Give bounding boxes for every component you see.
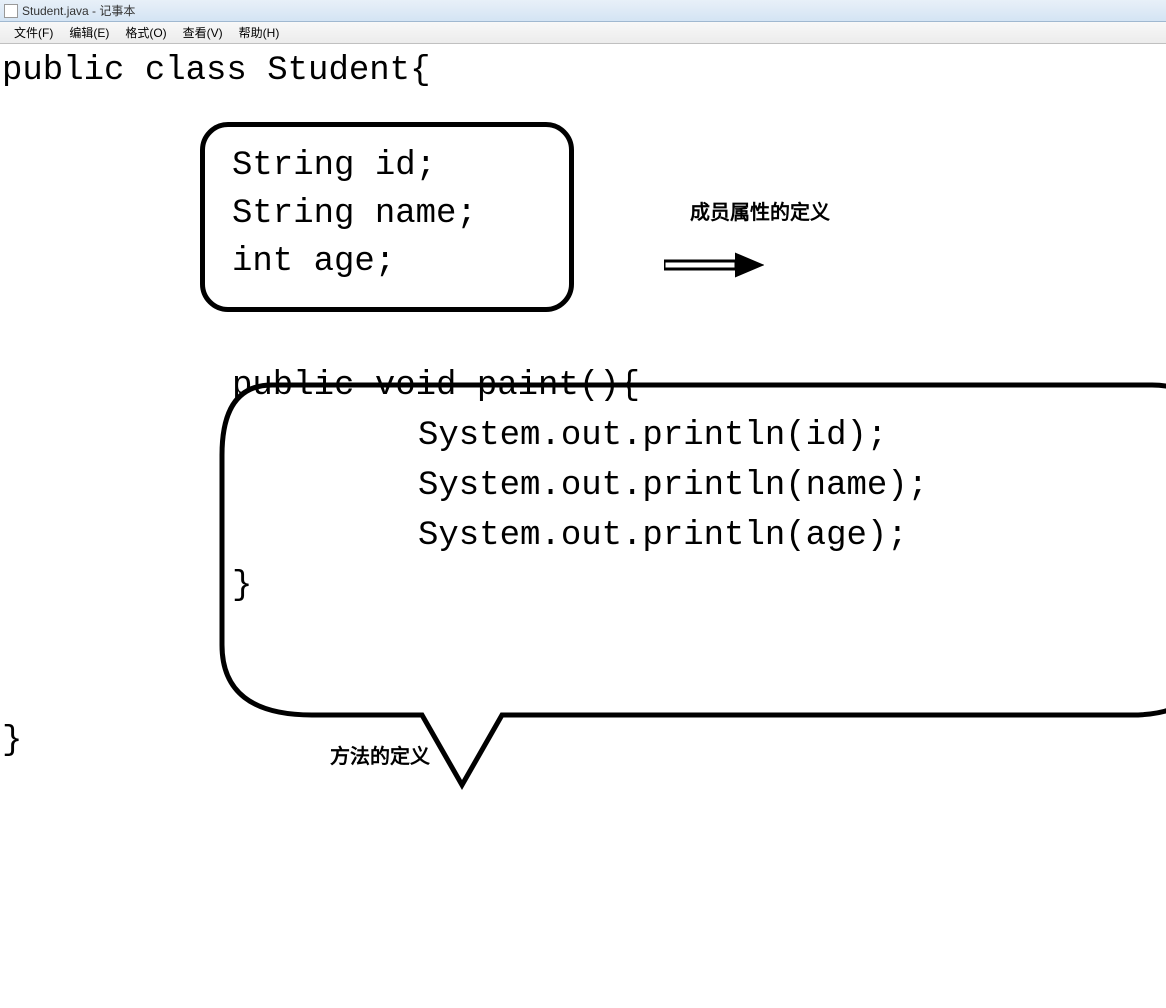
- annotation-method: 方法的定义: [330, 744, 430, 771]
- code-line-7: System.out.println(name);: [418, 464, 928, 510]
- menu-format[interactable]: 格式(O): [117, 22, 174, 43]
- titlebar: Student.java - 记事本: [0, 0, 1166, 22]
- code-line-1: public class Student{: [2, 49, 430, 95]
- code-line-8: System.out.println(age);: [418, 514, 908, 560]
- code-line-4: int age;: [232, 240, 395, 286]
- code-line-3: String name;: [232, 192, 477, 238]
- menu-view[interactable]: 查看(V): [175, 22, 231, 43]
- code-line-2: String id;: [232, 144, 436, 190]
- menu-edit[interactable]: 编辑(E): [61, 22, 117, 43]
- menu-file[interactable]: 文件(F): [6, 22, 61, 43]
- notepad-icon: [4, 4, 18, 18]
- code-line-6: System.out.println(id);: [418, 414, 887, 460]
- menubar: 文件(F) 编辑(E) 格式(O) 查看(V) 帮助(H): [0, 22, 1166, 44]
- code-line-9: }: [232, 564, 252, 610]
- menu-help[interactable]: 帮助(H): [231, 22, 288, 43]
- window-title: Student.java - 记事本: [22, 2, 135, 19]
- editor-area[interactable]: public class Student{ String id; String …: [0, 44, 1166, 775]
- annotation-attributes: 成员属性的定义: [690, 200, 830, 227]
- code-line-5: public void paint(){: [232, 364, 640, 410]
- code-line-10: }: [2, 719, 22, 765]
